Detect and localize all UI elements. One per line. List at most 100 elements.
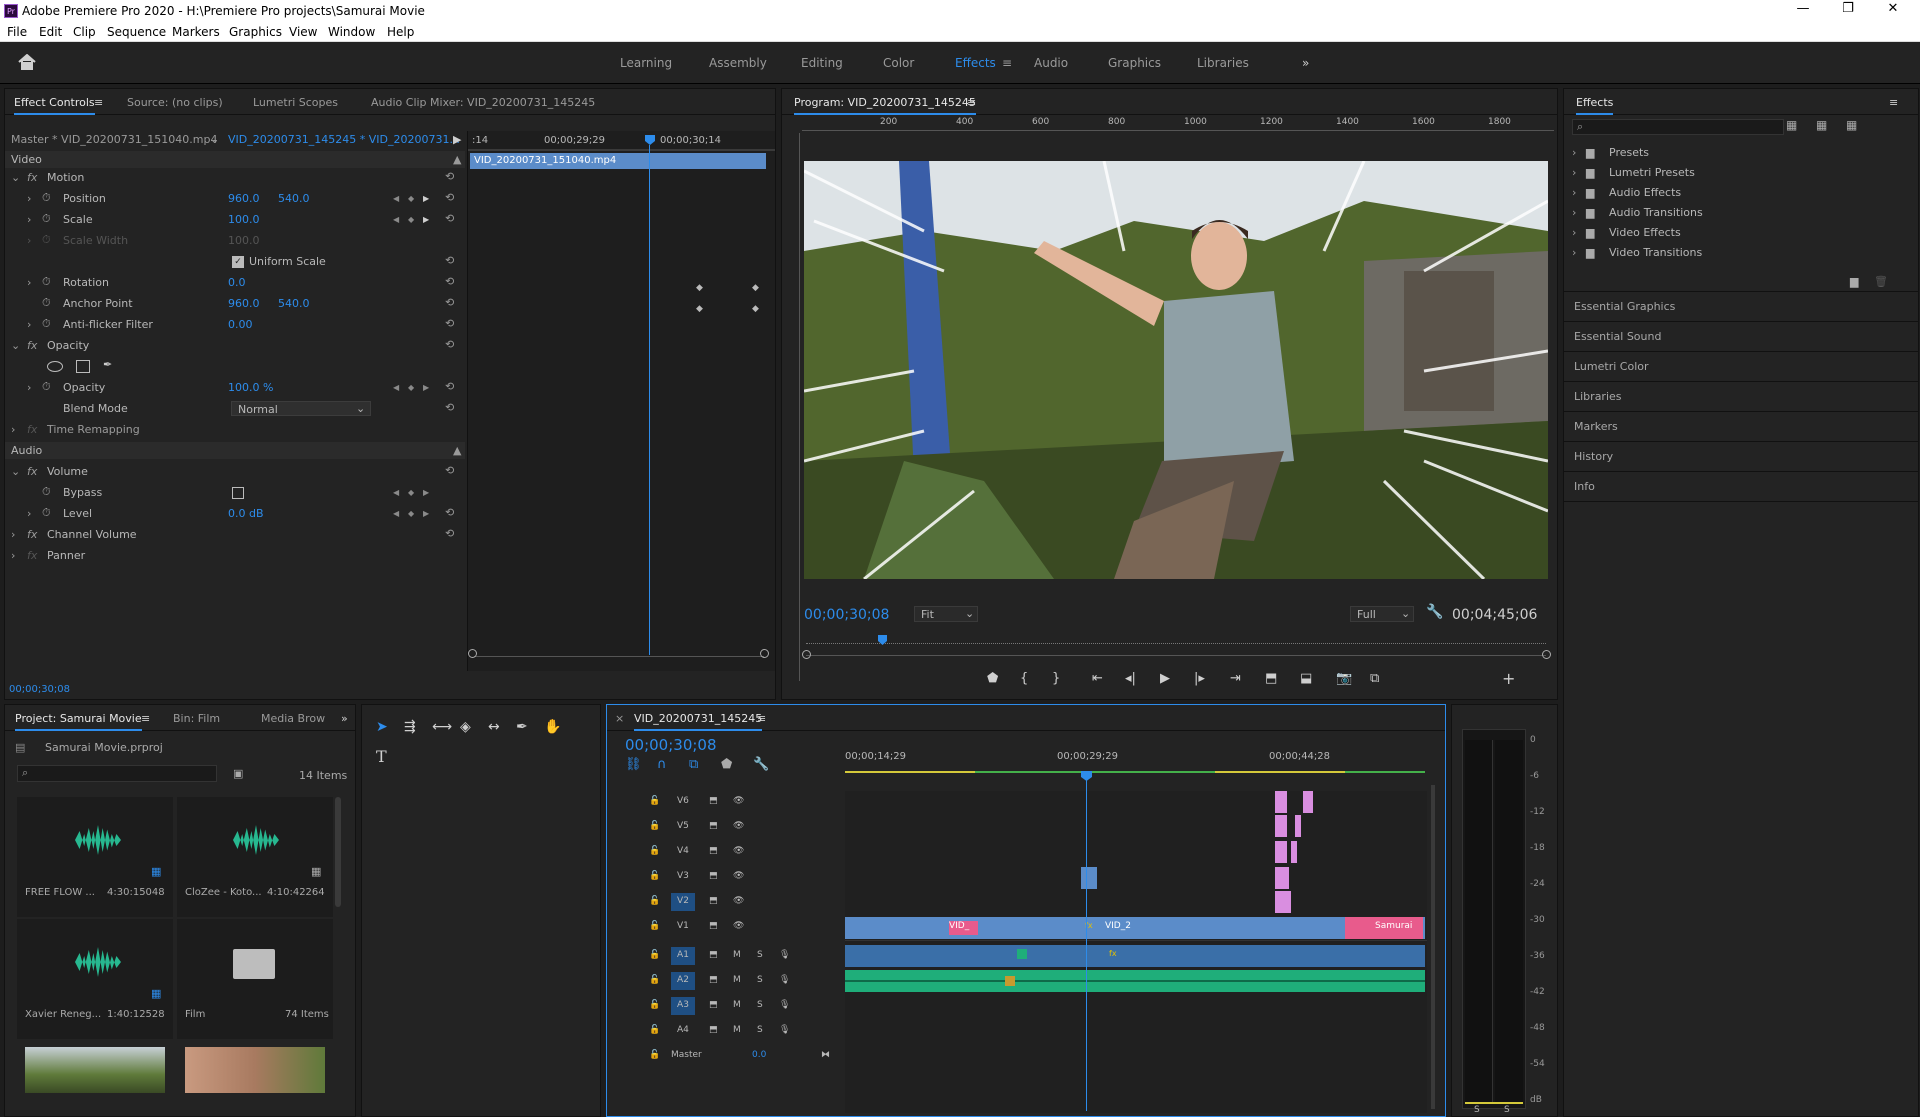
button-editor-icon[interactable]: + [1502, 669, 1515, 688]
zoom-scrollbar[interactable] [474, 656, 764, 657]
track-select-tool-icon[interactable]: ⇶ [404, 719, 416, 735]
panel-essential-sound[interactable]: Essential Sound [1564, 322, 1918, 352]
menu-sequence[interactable]: Sequence [107, 25, 166, 39]
reset-icon[interactable]: ⟲ [445, 191, 454, 204]
opacity-effect-row[interactable]: ⌄ fx Opacity ⟲ [5, 337, 465, 354]
menu-edit[interactable]: Edit [39, 25, 62, 39]
uniform-scale-checkbox[interactable]: ✓ [232, 256, 244, 268]
tab-sequence[interactable]: VID_20200731_145245 [634, 712, 763, 731]
quality-dropdown[interactable]: Full ⌄ [1350, 606, 1414, 622]
32bit-effects-icon[interactable]: ▦ [1816, 118, 1827, 132]
timeline-settings-icon[interactable]: 🔧 [753, 757, 769, 772]
track-area[interactable]: VID_ VID_2 Samurai fx fx [845, 771, 1427, 1113]
a1-clips[interactable]: fx [845, 945, 1425, 967]
reset-icon[interactable]: ⟲ [445, 401, 454, 414]
bypass-checkbox[interactable] [232, 487, 244, 499]
menu-help[interactable]: Help [387, 25, 414, 39]
graphic-clip[interactable] [1291, 841, 1297, 863]
mark-in-icon[interactable]: { [1020, 671, 1028, 686]
keyframe-icon[interactable]: ◆ [752, 304, 759, 314]
graphic-clip[interactable] [1275, 867, 1289, 889]
time-ruler[interactable] [806, 634, 1546, 644]
home-icon[interactable] [18, 54, 36, 70]
video-thumbnail[interactable] [25, 1047, 165, 1093]
trash-icon[interactable]: 🗑 [1874, 275, 1888, 288]
effects-folder-presets[interactable]: › ▆ Presets [1564, 143, 1918, 163]
yuv-effects-icon[interactable]: ▦ [1846, 118, 1857, 132]
tab-menu-icon[interactable]: ≡ [94, 96, 103, 109]
project-item-audio[interactable]: ▦ FREE FLOW ... 4:30:15048 [17, 797, 173, 917]
menu-clip[interactable]: Clip [73, 25, 96, 39]
workspace-effects[interactable]: Effects [955, 56, 996, 70]
accelerated-effects-icon[interactable]: ▦ [1786, 118, 1797, 132]
snap-icon[interactable]: ∩ [657, 757, 667, 772]
workspace-graphics[interactable]: Graphics [1108, 56, 1161, 70]
program-video-frame[interactable] [804, 161, 1548, 579]
workspace-editing[interactable]: Editing [801, 56, 843, 70]
stopwatch-icon[interactable]: ⏱ [42, 380, 51, 394]
blend-mode-dropdown[interactable]: Normal ⌄ [231, 401, 371, 416]
scale-value[interactable]: 100.0 [228, 213, 260, 226]
volume-effect-row[interactable]: ⌄ fx Volume ⟲ [5, 463, 465, 480]
step-forward-icon[interactable]: |▸ [1194, 671, 1205, 686]
tab-bin-film[interactable]: Bin: Film [173, 712, 220, 725]
play-clip-icon[interactable]: ▶ [453, 133, 461, 146]
close-button[interactable]: ✕ [1873, 1, 1913, 16]
effects-folder-video-transitions[interactable]: › ▆ Video Transitions [1564, 243, 1918, 263]
zoom-handle-right[interactable] [760, 649, 769, 658]
workspace-assembly[interactable]: Assembly [709, 56, 767, 70]
graphic-clip[interactable] [1275, 815, 1287, 837]
v3-clip[interactable] [1081, 867, 1097, 889]
more-tabs-icon[interactable]: » [341, 712, 348, 725]
keyframe-icon[interactable]: ◆ [696, 283, 703, 293]
tab-program[interactable]: Program: VID_20200731_145245 [794, 96, 976, 115]
add-marker-icon[interactable]: ⬟ [721, 757, 732, 772]
mark-out-icon[interactable]: } [1052, 671, 1060, 686]
reset-icon[interactable]: ⟲ [445, 212, 454, 225]
project-search-input[interactable]: ⌕ [17, 765, 217, 782]
menu-view[interactable]: View [289, 25, 317, 39]
keyframe-icon[interactable]: ◆ [752, 283, 759, 293]
nest-icon[interactable]: ⛓ [625, 757, 642, 772]
video-thumbnail[interactable] [185, 1047, 325, 1093]
wrench-icon[interactable]: 🔧 [1426, 604, 1443, 620]
meter-solo-right[interactable]: S [1504, 1105, 1510, 1115]
workspace-menu-icon[interactable]: ≡ [1002, 56, 1012, 70]
reset-icon[interactable]: ⟲ [445, 254, 454, 267]
graphic-clip[interactable] [1275, 791, 1287, 813]
panner-row[interactable]: › fx Panner [5, 547, 465, 564]
tab-audio-clip-mixer[interactable]: Audio Clip Mixer: VID_20200731_145245 [371, 96, 595, 109]
close-tab-icon[interactable]: × [615, 712, 624, 725]
pen-mask-icon[interactable]: ✒ [103, 358, 112, 371]
minimize-button[interactable]: — [1783, 1, 1823, 16]
menu-file[interactable]: File [7, 25, 27, 39]
clip-bar[interactable]: VID_20200731_151040.mp4 [470, 153, 766, 169]
effects-title[interactable]: Effects [1576, 96, 1614, 115]
lift-icon[interactable]: ⬒ [1265, 671, 1277, 686]
stopwatch-icon[interactable]: ⏱ [42, 212, 51, 226]
zoom-handle-left[interactable] [468, 649, 477, 658]
timeline-ruler[interactable]: 00;00;14;29 00;00;29;29 00;00;44;28 [845, 745, 1425, 779]
meter-solo-left[interactable]: S [1474, 1105, 1480, 1115]
reset-icon[interactable]: ⟲ [445, 506, 454, 519]
linked-selection-icon[interactable]: ⧉ [689, 757, 698, 772]
ellipse-mask-icon[interactable] [47, 361, 63, 372]
reset-icon[interactable]: ⟲ [445, 317, 454, 330]
step-back-icon[interactable]: ◂| [1125, 671, 1136, 686]
panel-menu-icon[interactable]: ≡ [1889, 96, 1898, 109]
rectangle-mask-icon[interactable] [76, 360, 90, 373]
effects-folder-video-effects[interactable]: › ▆ Video Effects [1564, 223, 1918, 243]
motion-effect-row[interactable]: ⌄ fx Motion ⟲ [5, 169, 465, 186]
monitor-zoom-bar[interactable] [806, 655, 1546, 656]
position-y-value[interactable]: 540.0 [278, 192, 310, 205]
tab-lumetri-scopes[interactable]: Lumetri Scopes [253, 96, 338, 109]
fit-dropdown[interactable]: Fit ⌄ [914, 606, 978, 622]
tab-media-browser[interactable]: Media Brow [261, 712, 325, 725]
effects-folder-lumetri-presets[interactable]: › ▆ Lumetri Presets [1564, 163, 1918, 183]
menu-graphics[interactable]: Graphics [229, 25, 282, 39]
a2-clips[interactable] [845, 970, 1425, 992]
tab-menu-icon[interactable]: ≡ [967, 96, 976, 109]
channel-volume-row[interactable]: › fx Channel Volume ⟲ [5, 526, 465, 543]
reset-icon[interactable]: ⟲ [445, 380, 454, 393]
graphic-clip[interactable] [1295, 815, 1301, 837]
